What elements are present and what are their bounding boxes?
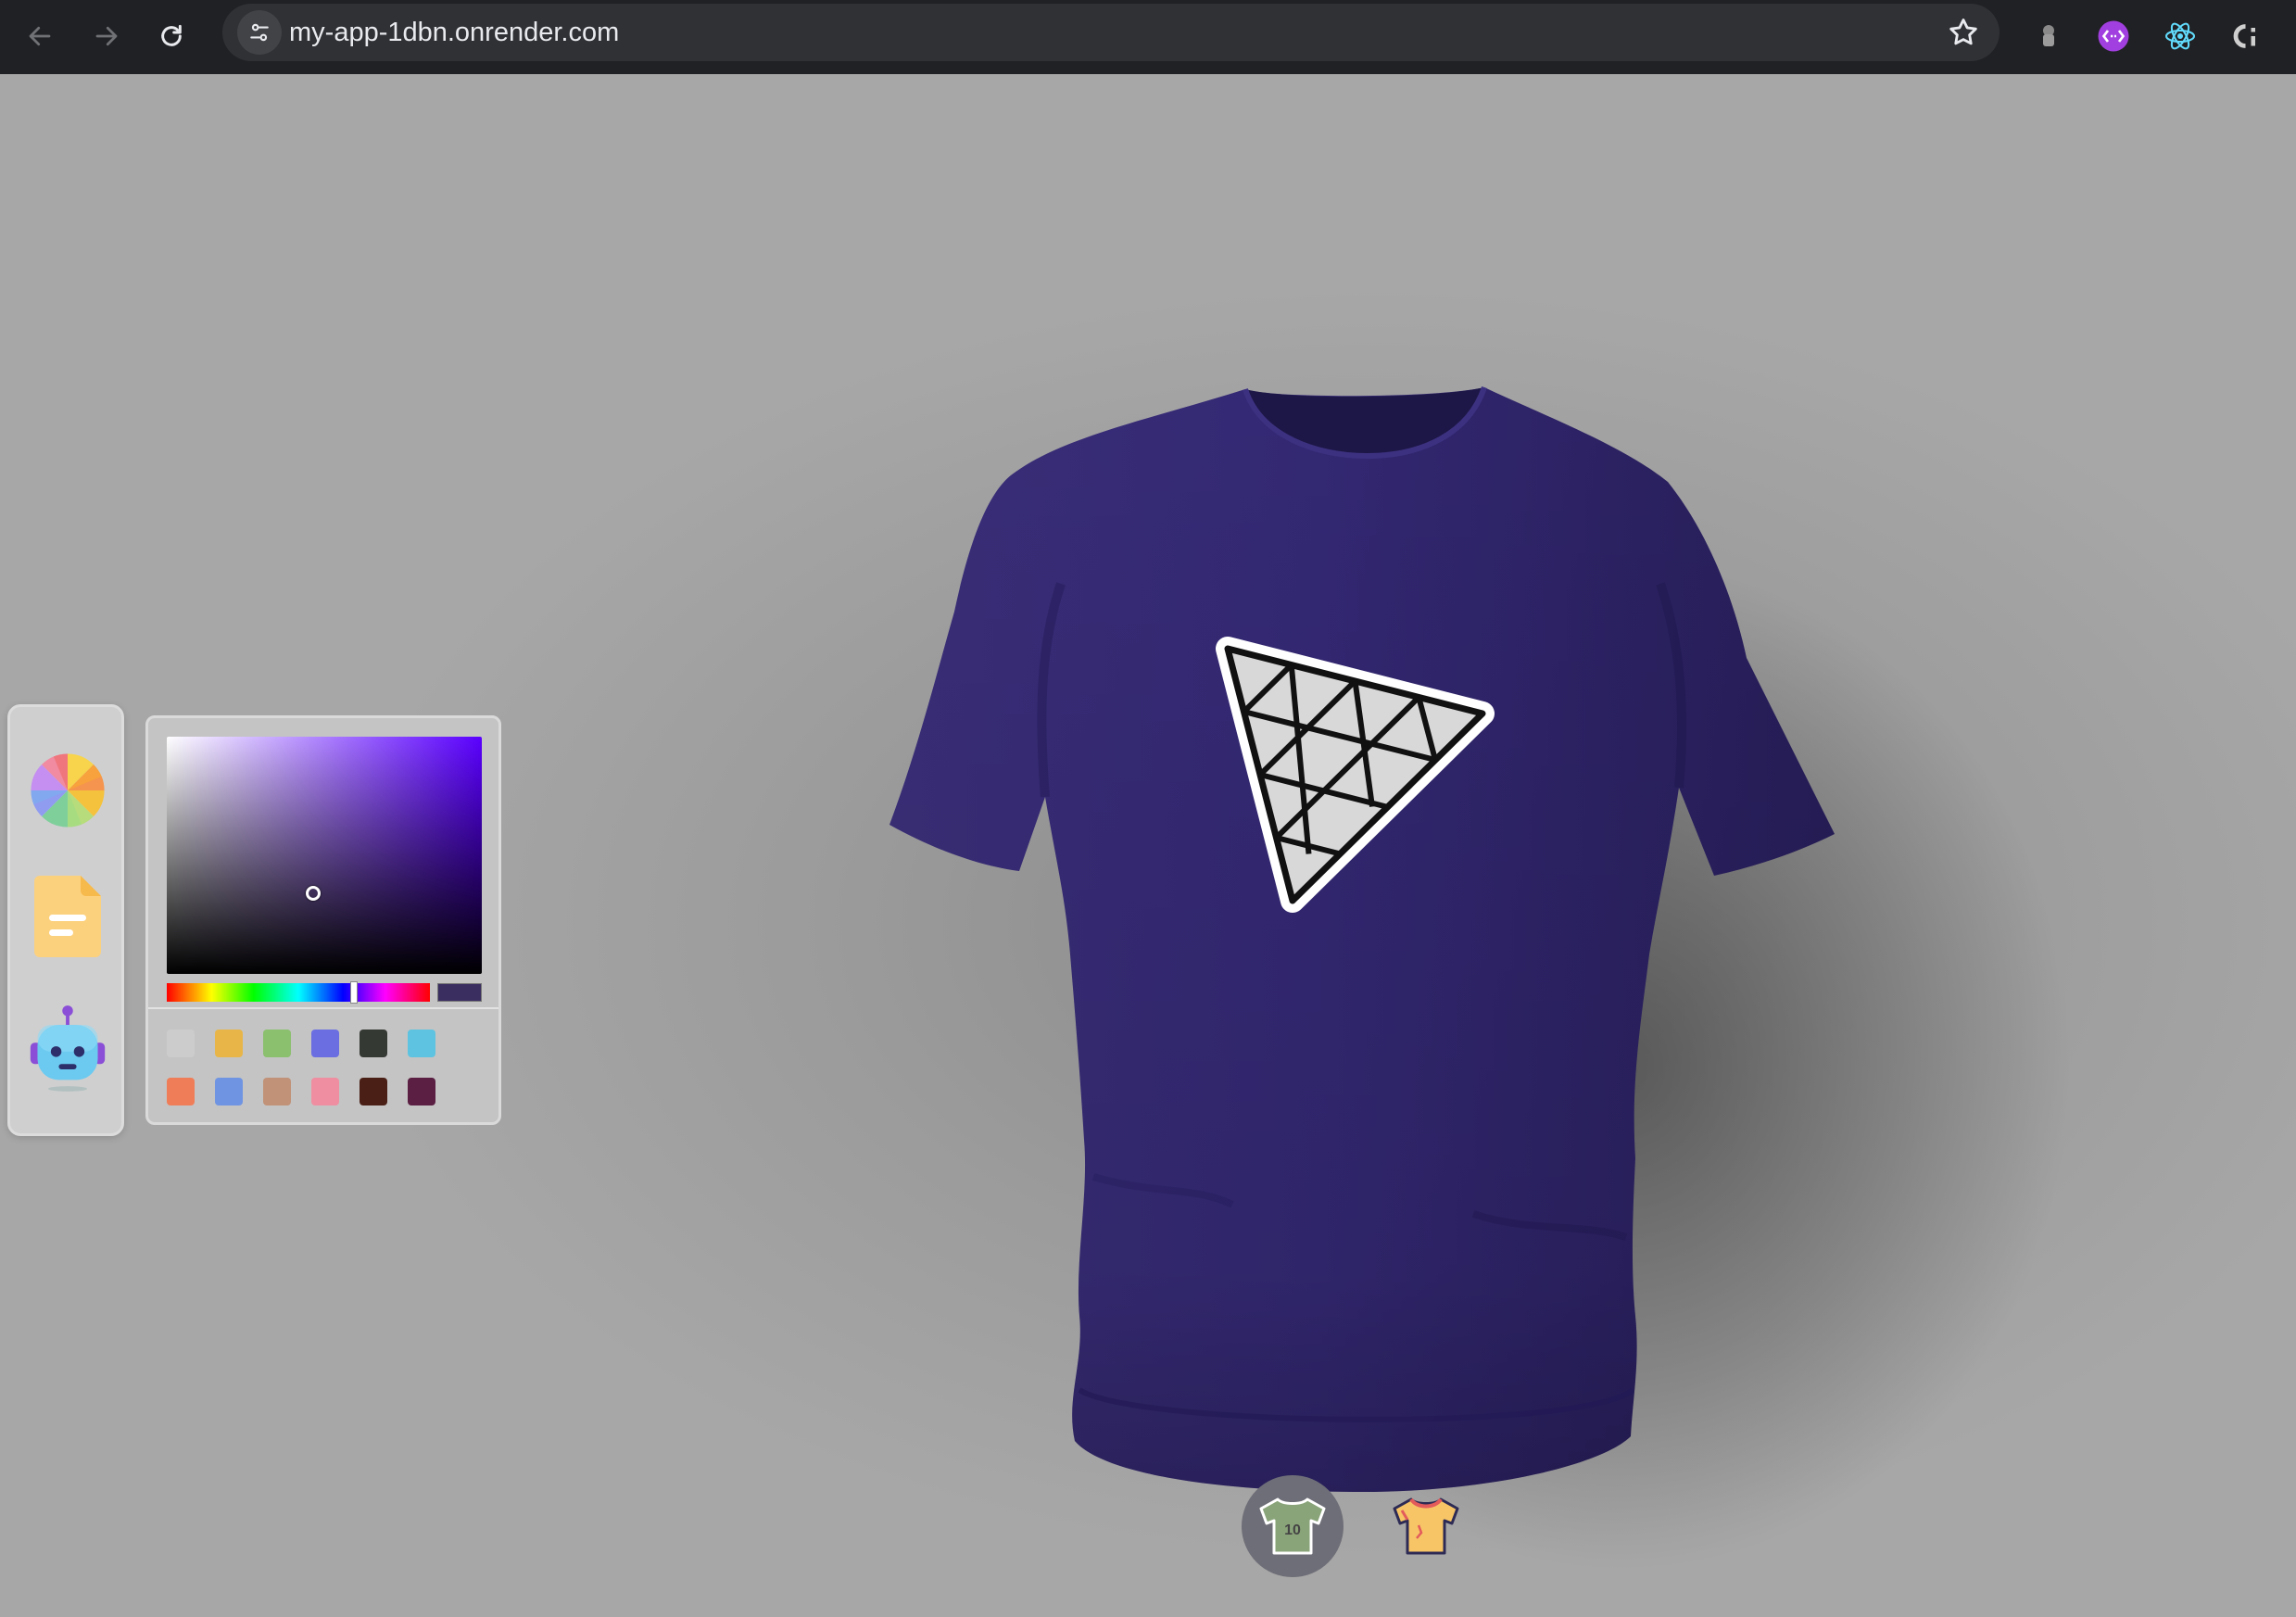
arrow-left-icon bbox=[29, 26, 51, 46]
ai-picker-tool[interactable] bbox=[27, 1004, 108, 1093]
back-button[interactable] bbox=[17, 13, 63, 59]
browser-toolbar: my-app-1dbn.onrender.com bbox=[0, 0, 2296, 74]
color-swatch[interactable] bbox=[263, 1030, 291, 1057]
logo-shirt-icon: 10 bbox=[1259, 1497, 1326, 1555]
extension-ci-icon bbox=[2233, 24, 2255, 48]
color-wheel-icon bbox=[31, 753, 105, 827]
reload-icon bbox=[161, 24, 182, 46]
color-swatch[interactable] bbox=[408, 1030, 435, 1057]
selected-color-preview bbox=[437, 983, 482, 1002]
color-swatch[interactable] bbox=[263, 1078, 291, 1105]
color-swatch[interactable] bbox=[215, 1030, 243, 1057]
color-picker-tool[interactable] bbox=[27, 746, 108, 835]
stylish-shirt-tab[interactable] bbox=[1375, 1475, 1477, 1577]
document-icon bbox=[34, 876, 101, 957]
extension-3-button[interactable] bbox=[2157, 13, 2203, 59]
extension-code-icon bbox=[2098, 20, 2129, 52]
color-swatch[interactable] bbox=[311, 1078, 339, 1105]
canvas-stage[interactable]: 10 bbox=[0, 74, 2296, 1617]
forward-button[interactable] bbox=[83, 13, 130, 59]
color-swatch[interactable] bbox=[311, 1030, 339, 1057]
color-swatch[interactable] bbox=[167, 1078, 195, 1105]
color-picker-panel bbox=[145, 715, 501, 1125]
site-info-button[interactable] bbox=[237, 10, 282, 55]
color-swatch[interactable] bbox=[215, 1078, 243, 1105]
logo-shirt-tab[interactable]: 10 bbox=[1242, 1475, 1344, 1577]
reload-button[interactable] bbox=[148, 13, 195, 59]
arrow-right-icon bbox=[95, 26, 118, 46]
logo-shirt-number: 10 bbox=[1284, 1522, 1301, 1538]
robot-icon bbox=[30, 1005, 106, 1092]
saturation-cursor[interactable] bbox=[306, 886, 321, 901]
color-swatch[interactable] bbox=[167, 1030, 195, 1057]
extension-1-button[interactable] bbox=[2025, 13, 2072, 59]
extension-4-button[interactable] bbox=[2224, 13, 2270, 59]
picker-divider bbox=[148, 1007, 498, 1009]
extension-2-button[interactable] bbox=[2090, 13, 2137, 59]
file-picker-tool[interactable] bbox=[27, 872, 108, 961]
hue-slider[interactable] bbox=[167, 981, 430, 1004]
color-swatch[interactable] bbox=[408, 1078, 435, 1105]
url-text[interactable]: my-app-1dbn.onrender.com bbox=[289, 18, 619, 48]
hue-slider-handle[interactable] bbox=[350, 981, 358, 1004]
tune-icon bbox=[250, 23, 269, 42]
extension-puppet-icon bbox=[2043, 25, 2054, 46]
bookmark-star-icon[interactable] bbox=[1946, 15, 1981, 50]
tshirt-model[interactable] bbox=[880, 380, 1844, 1492]
react-devtools-icon bbox=[2164, 22, 2196, 50]
editor-toolbar bbox=[7, 704, 124, 1136]
color-swatch[interactable] bbox=[360, 1030, 387, 1057]
stylish-shirt-icon bbox=[1393, 1497, 1459, 1555]
saturation-value-area[interactable] bbox=[167, 737, 482, 974]
address-bar[interactable]: my-app-1dbn.onrender.com bbox=[222, 4, 2000, 61]
color-swatch[interactable] bbox=[360, 1078, 387, 1105]
